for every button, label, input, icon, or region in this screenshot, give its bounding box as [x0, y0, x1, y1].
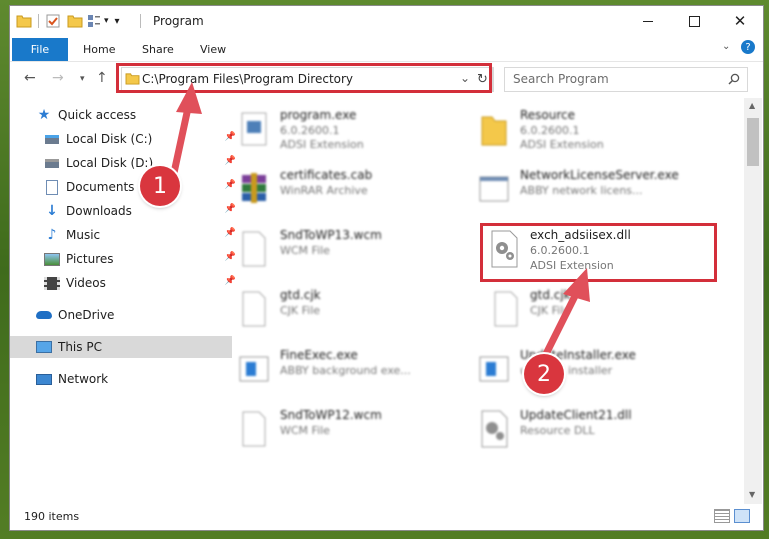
- step-badge-2: 2: [524, 354, 564, 394]
- annotation-arrows: [168, 82, 590, 370]
- arrow-2-head: [563, 268, 590, 302]
- arrow-1-head: [176, 82, 202, 114]
- explorer-window: ▾ ▾ Program ✕ File Home Share View ⌄ ? ←…: [10, 6, 763, 530]
- arrow-1: [168, 104, 192, 186]
- step-badge-1: 1: [140, 166, 180, 206]
